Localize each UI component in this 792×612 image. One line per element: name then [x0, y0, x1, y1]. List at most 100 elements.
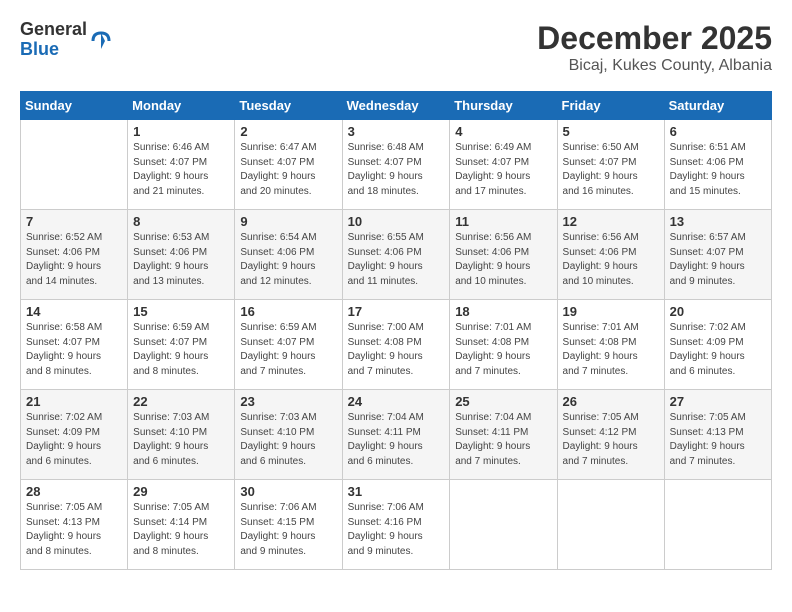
- day-info: Sunrise: 7:04 AMSunset: 4:11 PMDaylight:…: [455, 411, 551, 469]
- calendar-cell: 24 Sunrise: 7:04 AMSunset: 4:11 PMDayligh…: [342, 390, 450, 480]
- day-number: 1: [133, 124, 229, 139]
- day-number: 15: [133, 304, 229, 319]
- day-info: Sunrise: 6:58 AMSunset: 4:07 PMDaylight:…: [26, 321, 122, 379]
- logo-text: General Blue: [20, 20, 87, 60]
- calendar-cell: 16Sunrise: 6:59 AMSunset: 4:07 PMDayligh…: [235, 300, 342, 390]
- calendar-cell: [450, 480, 557, 570]
- day-number: 3: [348, 124, 445, 139]
- calendar-cell: 5 Sunrise: 6:50 AMSunset: 4:07 PMDaylight…: [557, 120, 664, 210]
- day-number: 12: [563, 214, 659, 229]
- calendar-cell: 20 Sunrise: 7:02 AMSunset: 4:09 PMDayligh…: [664, 300, 771, 390]
- calendar-cell: 28 Sunrise: 7:05 AMSunset: 4:13 PMDayligh…: [21, 480, 128, 570]
- day-number: 11: [455, 214, 551, 229]
- column-header-thursday: Thursday: [450, 92, 557, 120]
- calendar-cell: 18 Sunrise: 7:01 AMSunset: 4:08 PMDayligh…: [450, 300, 557, 390]
- calendar-cell: 1 Sunrise: 6:46 AMSunset: 4:07 PMDaylight…: [128, 120, 235, 210]
- day-number: 18: [455, 304, 551, 319]
- calendar-week-1: 1 Sunrise: 6:46 AMSunset: 4:07 PMDaylight…: [21, 120, 772, 210]
- day-info: Sunrise: 6:50 AMSunset: 4:07 PMDaylight:…: [563, 141, 659, 199]
- day-info: Sunrise: 7:02 AMSunset: 4:09 PMDaylight:…: [26, 411, 122, 469]
- day-info: Sunrise: 7:02 AMSunset: 4:09 PMDaylight:…: [670, 321, 766, 379]
- calendar-cell: [557, 480, 664, 570]
- calendar-cell: 12Sunrise: 6:56 AMSunset: 4:06 PMDayligh…: [557, 210, 664, 300]
- day-number: 9: [240, 214, 336, 229]
- day-number: 31: [348, 484, 445, 499]
- day-number: 6: [670, 124, 766, 139]
- day-number: 21: [26, 394, 122, 409]
- calendar-cell: 17Sunrise: 7:00 AMSunset: 4:08 PMDayligh…: [342, 300, 450, 390]
- day-info: Sunrise: 6:49 AMSunset: 4:07 PMDaylight:…: [455, 141, 551, 199]
- calendar-cell: 23 Sunrise: 7:03 AMSunset: 4:10 PMDayligh…: [235, 390, 342, 480]
- day-info: Sunrise: 6:59 AMSunset: 4:07 PMDaylight:…: [133, 321, 229, 379]
- day-number: 25: [455, 394, 551, 409]
- calendar-cell: 30 Sunrise: 7:06 AMSunset: 4:15 PMDayligh…: [235, 480, 342, 570]
- calendar-cell: 25 Sunrise: 7:04 AMSunset: 4:11 PMDayligh…: [450, 390, 557, 480]
- day-info: Sunrise: 7:03 AMSunset: 4:10 PMDaylight:…: [240, 411, 336, 469]
- logo: General Blue: [20, 20, 113, 60]
- calendar-cell: 26 Sunrise: 7:05 AMSunset: 4:12 PMDayligh…: [557, 390, 664, 480]
- calendar-cell: [21, 120, 128, 210]
- calendar-cell: 8Sunrise: 6:53 AMSunset: 4:06 PMDaylight…: [128, 210, 235, 300]
- day-number: 28: [26, 484, 122, 499]
- month-title: December 2025: [537, 20, 772, 57]
- logo-icon: [89, 29, 113, 53]
- calendar-week-3: 14 Sunrise: 6:58 AMSunset: 4:07 PMDayligh…: [21, 300, 772, 390]
- day-number: 30: [240, 484, 336, 499]
- day-info: Sunrise: 7:01 AMSunset: 4:08 PMDaylight:…: [563, 321, 659, 379]
- column-header-sunday: Sunday: [21, 92, 128, 120]
- column-header-saturday: Saturday: [664, 92, 771, 120]
- day-info: Sunrise: 6:48 AMSunset: 4:07 PMDaylight:…: [348, 141, 445, 199]
- calendar-cell: 22Sunrise: 7:03 AMSunset: 4:10 PMDayligh…: [128, 390, 235, 480]
- day-number: 27: [670, 394, 766, 409]
- day-info: Sunrise: 7:05 AMSunset: 4:13 PMDaylight:…: [26, 501, 122, 559]
- day-info: Sunrise: 7:01 AMSunset: 4:08 PMDaylight:…: [455, 321, 551, 379]
- day-number: 26: [563, 394, 659, 409]
- calendar-cell: 19 Sunrise: 7:01 AMSunset: 4:08 PMDayligh…: [557, 300, 664, 390]
- day-info: Sunrise: 6:51 AMSunset: 4:06 PMDaylight:…: [670, 141, 766, 199]
- day-info: Sunrise: 7:05 AMSunset: 4:14 PMDaylight:…: [133, 501, 229, 559]
- calendar-week-2: 7Sunrise: 6:52 AMSunset: 4:06 PMDaylight…: [21, 210, 772, 300]
- day-info: Sunrise: 6:55 AMSunset: 4:06 PMDaylight:…: [348, 231, 445, 289]
- calendar-cell: 27 Sunrise: 7:05 AMSunset: 4:13 PMDayligh…: [664, 390, 771, 480]
- day-number: 5: [563, 124, 659, 139]
- day-info: Sunrise: 6:46 AMSunset: 4:07 PMDaylight:…: [133, 141, 229, 199]
- calendar-cell: 7Sunrise: 6:52 AMSunset: 4:06 PMDaylight…: [21, 210, 128, 300]
- column-header-monday: Monday: [128, 92, 235, 120]
- day-info: Sunrise: 6:57 AMSunset: 4:07 PMDaylight:…: [670, 231, 766, 289]
- day-number: 20: [670, 304, 766, 319]
- day-info: Sunrise: 7:03 AMSunset: 4:10 PMDaylight:…: [133, 411, 229, 469]
- day-number: 17: [348, 304, 445, 319]
- calendar-header-row: SundayMondayTuesdayWednesdayThursdayFrid…: [21, 92, 772, 120]
- day-info: Sunrise: 7:05 AMSunset: 4:13 PMDaylight:…: [670, 411, 766, 469]
- calendar-week-5: 28 Sunrise: 7:05 AMSunset: 4:13 PMDayligh…: [21, 480, 772, 570]
- day-number: 19: [563, 304, 659, 319]
- calendar-cell: 3 Sunrise: 6:48 AMSunset: 4:07 PMDaylight…: [342, 120, 450, 210]
- calendar-cell: 6 Sunrise: 6:51 AMSunset: 4:06 PMDaylight…: [664, 120, 771, 210]
- day-info: Sunrise: 7:06 AMSunset: 4:15 PMDaylight:…: [240, 501, 336, 559]
- day-number: 14: [26, 304, 122, 319]
- day-number: 24: [348, 394, 445, 409]
- column-header-wednesday: Wednesday: [342, 92, 450, 120]
- calendar-cell: 9 Sunrise: 6:54 AMSunset: 4:06 PMDaylight…: [235, 210, 342, 300]
- day-number: 2: [240, 124, 336, 139]
- calendar-week-4: 21 Sunrise: 7:02 AMSunset: 4:09 PMDayligh…: [21, 390, 772, 480]
- day-info: Sunrise: 6:53 AMSunset: 4:06 PMDaylight:…: [133, 231, 229, 289]
- day-number: 29: [133, 484, 229, 499]
- logo-blue: Blue: [20, 40, 87, 60]
- calendar-cell: 31Sunrise: 7:06 AMSunset: 4:16 PMDayligh…: [342, 480, 450, 570]
- calendar-cell: 14 Sunrise: 6:58 AMSunset: 4:07 PMDayligh…: [21, 300, 128, 390]
- day-info: Sunrise: 6:54 AMSunset: 4:06 PMDaylight:…: [240, 231, 336, 289]
- day-info: Sunrise: 7:05 AMSunset: 4:12 PMDaylight:…: [563, 411, 659, 469]
- page-header: General Blue December 2025 Bicaj, Kukes …: [20, 20, 772, 75]
- calendar-cell: 29 Sunrise: 7:05 AMSunset: 4:14 PMDayligh…: [128, 480, 235, 570]
- day-number: 4: [455, 124, 551, 139]
- day-number: 13: [670, 214, 766, 229]
- calendar-cell: 15 Sunrise: 6:59 AMSunset: 4:07 PMDayligh…: [128, 300, 235, 390]
- calendar-cell: 21 Sunrise: 7:02 AMSunset: 4:09 PMDayligh…: [21, 390, 128, 480]
- calendar-cell: 11Sunrise: 6:56 AMSunset: 4:06 PMDayligh…: [450, 210, 557, 300]
- day-info: Sunrise: 6:47 AMSunset: 4:07 PMDaylight:…: [240, 141, 336, 199]
- location-title: Bicaj, Kukes County, Albania: [537, 57, 772, 75]
- day-info: Sunrise: 7:04 AMSunset: 4:11 PMDaylight:…: [348, 411, 445, 469]
- day-number: 23: [240, 394, 336, 409]
- day-number: 16: [240, 304, 336, 319]
